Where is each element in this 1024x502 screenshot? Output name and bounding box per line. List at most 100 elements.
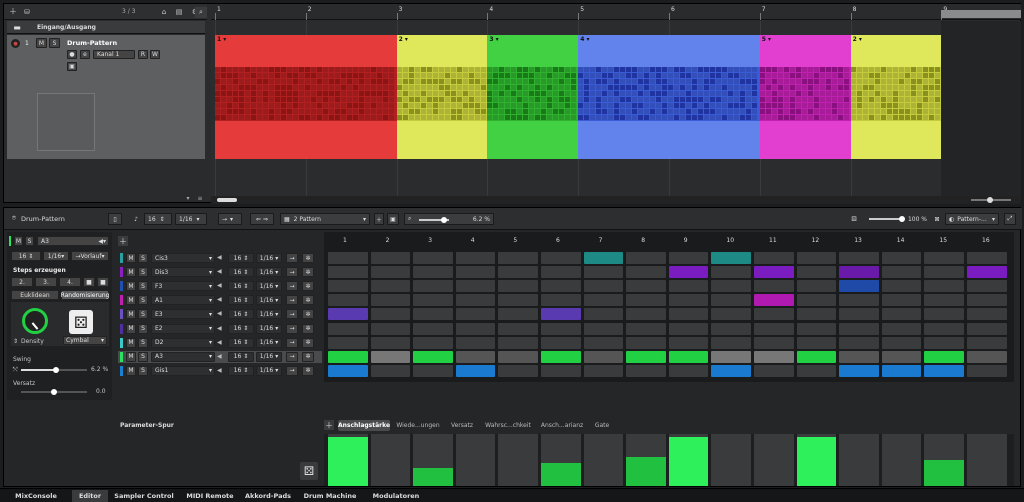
step-cell[interactable]	[541, 294, 581, 307]
lane-direction-button[interactable]: →	[286, 351, 298, 362]
step-cell[interactable]	[413, 280, 453, 293]
pattern-event[interactable]: 4 ▾	[578, 35, 760, 159]
step-cell[interactable]	[967, 252, 1007, 264]
step-cell[interactable]	[668, 336, 709, 349]
step-cell[interactable]	[668, 350, 709, 363]
step-cell[interactable]	[881, 294, 922, 307]
step-cell[interactable]	[668, 294, 709, 307]
step-cell[interactable]	[626, 350, 666, 363]
offset-slider[interactable]	[21, 389, 87, 395]
step-cell[interactable]	[924, 350, 964, 363]
step-cell[interactable]	[924, 252, 964, 264]
lane-res-select[interactable]: 1/16 ▾	[256, 267, 282, 278]
step-cell[interactable]	[328, 364, 368, 377]
lane-mute-button[interactable]: M	[126, 337, 136, 348]
lane-direction-button[interactable]: →	[286, 365, 298, 376]
lane-steps-field[interactable]: 16 ⇕	[228, 337, 254, 348]
step-cell[interactable]	[668, 308, 709, 321]
lane-mute-button[interactable]: M	[126, 309, 136, 320]
lane-steps-field[interactable]: 16 ⇕	[228, 281, 254, 292]
param-tab[interactable]: Versatz	[446, 420, 478, 431]
velocity-slot[interactable]	[583, 434, 624, 486]
step-cell[interactable]	[626, 280, 666, 293]
step-cell[interactable]	[796, 252, 837, 264]
lane-resolution-select[interactable]: 1/16 ▾	[43, 251, 69, 261]
step-cell[interactable]	[455, 252, 496, 264]
step-cell[interactable]	[924, 308, 964, 321]
scroll-thumb[interactable]	[217, 198, 237, 202]
step-cell[interactable]	[754, 294, 794, 307]
step-cell[interactable]	[711, 280, 751, 293]
step-cell[interactable]	[839, 252, 879, 264]
lower-zone-tab[interactable]: Modulatoren	[368, 490, 424, 502]
step-cell[interactable]	[967, 294, 1007, 307]
step-cell[interactable]	[967, 322, 1007, 335]
record-enable-icon[interactable]: ●	[11, 39, 20, 48]
lane-solo-button[interactable]: S	[138, 351, 148, 362]
step-cell[interactable]	[498, 322, 538, 335]
step-cell[interactable]	[328, 322, 368, 335]
lane-res-select[interactable]: 1/16 ▾	[256, 351, 282, 362]
lane-res-select[interactable]: 1/16 ▾	[256, 281, 282, 292]
step-cell[interactable]	[455, 322, 496, 335]
zoom-slider-knob[interactable]	[987, 197, 993, 203]
lane-settings-icon[interactable]: ✲	[302, 337, 314, 348]
tab-randomisierung[interactable]: Randomisierung	[61, 290, 109, 300]
step-cell[interactable]	[541, 364, 581, 377]
lane-res-select[interactable]: 1/16 ▾	[256, 337, 282, 348]
direction-select[interactable]: → ▾	[218, 213, 242, 225]
step-cell[interactable]	[413, 364, 453, 377]
shift-left-icon[interactable]: ⇐	[256, 216, 261, 223]
lane-name-field[interactable]: F3 ▾	[151, 281, 215, 292]
velocity-bar[interactable]	[541, 462, 581, 486]
step-cell[interactable]	[370, 350, 411, 363]
velocity-bar[interactable]	[413, 467, 453, 486]
lane-solo-button[interactable]: S	[138, 365, 148, 376]
step-cell[interactable]	[370, 322, 411, 335]
lane-solo-button[interactable]: S	[138, 281, 148, 292]
swing-knob[interactable]	[53, 367, 59, 373]
dice-icon[interactable]: ⚄	[849, 213, 859, 225]
velocity-bar[interactable]	[328, 436, 368, 486]
step-cell[interactable]	[583, 308, 624, 321]
pattern-menu[interactable]: ◐ Pattern-... ▾	[945, 213, 999, 225]
lane-name-field[interactable]: D2 ▾	[151, 337, 215, 348]
step-cell[interactable]	[796, 350, 837, 363]
step-cell[interactable]	[541, 266, 581, 279]
step-cell[interactable]	[839, 266, 879, 279]
shift-buttons[interactable]: ⇐ ⇒	[250, 213, 274, 225]
tempo-scale[interactable]: 100 %	[866, 213, 930, 225]
step-cell[interactable]	[796, 364, 837, 377]
step-cell[interactable]	[711, 350, 751, 363]
step-cell[interactable]	[839, 322, 879, 335]
lane-steps-field[interactable]: 16 ⇕	[228, 365, 254, 376]
step-cell[interactable]	[796, 336, 837, 349]
step-cell[interactable]	[498, 280, 538, 293]
pattern-event[interactable]: 1 ▾	[215, 35, 397, 159]
velocity-slot[interactable]	[711, 434, 751, 486]
step-cell[interactable]	[668, 266, 709, 279]
velocity-slot[interactable]	[924, 434, 964, 486]
lane-row[interactable]: M S D2 ▾ ◀ 16 ⇕ 1/16 ▾ → ✲	[118, 337, 322, 349]
lane-res-select[interactable]: 1/16 ▾	[256, 309, 282, 320]
lane-steps-field[interactable]: 16 ⇕	[228, 267, 254, 278]
step-cell[interactable]	[328, 294, 368, 307]
step-cell[interactable]	[754, 322, 794, 335]
velocity-bar[interactable]	[796, 436, 837, 486]
velocity-slot[interactable]	[413, 434, 453, 486]
add-lane-button[interactable]: ＋	[118, 236, 128, 246]
lane-row[interactable]: M S A3 ▾ ◀ 16 ⇕ 1/16 ▾ → ✲	[118, 350, 322, 363]
step-cell[interactable]	[924, 336, 964, 349]
lane-mute-button[interactable]: M	[126, 295, 136, 306]
step-cell[interactable]	[413, 308, 453, 321]
step-cell[interactable]	[583, 364, 624, 377]
lane-name-field[interactable]: E3 ▾	[151, 309, 215, 320]
lane-direction-button[interactable]: →	[286, 309, 298, 320]
lane-mute-button[interactable]: M	[126, 365, 136, 376]
step-cell[interactable]	[839, 280, 879, 293]
pattern-event[interactable]: 5 ▾	[759, 35, 851, 159]
grid-toggle-icon[interactable]: ⊠	[932, 213, 942, 225]
step-cell[interactable]	[839, 350, 879, 363]
event-display[interactable]: 1 ▾ 2 ▾ 3 ▾ 4 ▾ 5 ▾ 2 ▾	[211, 21, 1021, 196]
lane-steps-field[interactable]: 16 ⇕	[11, 251, 41, 261]
